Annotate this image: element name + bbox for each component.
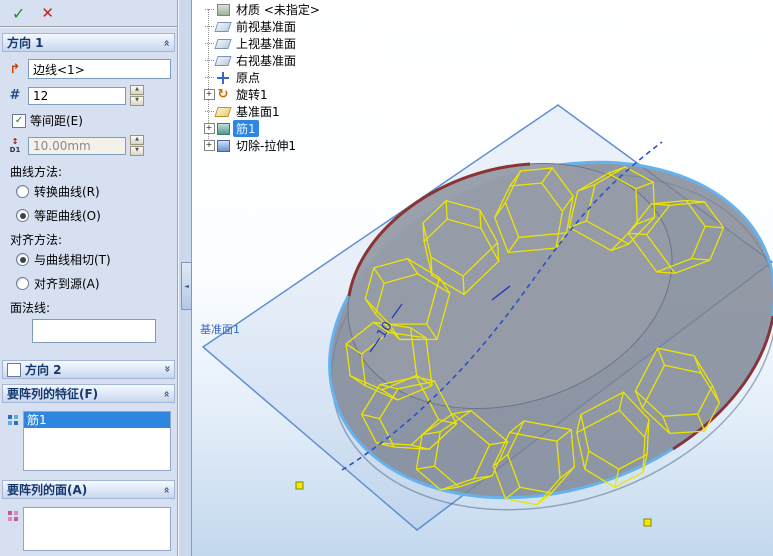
features-group-body: 筋1	[2, 403, 175, 475]
faces-group-body	[2, 499, 175, 555]
curve-method-label: 曲线方法:	[10, 165, 63, 179]
selected-tree-label: 筋1	[233, 120, 259, 137]
radio-tangent-label: 与曲线相切(T)	[34, 253, 111, 267]
spinner-up-button[interactable]: ▲	[130, 85, 144, 95]
faces-to-pattern-group: 要阵列的面(A) «	[2, 480, 175, 555]
chevron-down-icon[interactable]: «	[160, 366, 173, 372]
spacing-input	[28, 136, 126, 155]
instance-count-row: # ▲ ▼	[6, 85, 171, 106]
face-normal-selection-box[interactable]	[32, 319, 156, 343]
spacing-spinner: ▲ ▼	[130, 135, 144, 156]
edge-select-row: ↱ 边线<1>	[6, 59, 171, 79]
spinner-up-button[interactable]: ▲	[130, 135, 144, 145]
datum-plane-label[interactable]: 基准面1	[200, 323, 240, 336]
spacing-row: ↕ D1 ▲ ▼	[6, 135, 171, 156]
align-method-label: 对齐方法:	[10, 233, 63, 247]
tree-item-top-plane[interactable]: 上视基准面	[202, 35, 323, 52]
panel-collapse-handle[interactable]: ◄	[181, 262, 192, 310]
features-group-title: 要阵列的特征(F)	[7, 387, 99, 401]
vertex-marker[interactable]	[295, 481, 304, 490]
graphics-viewport[interactable]: 10 基准面1 材质 <未指定> 前视基准面 上视基准面 右视基准面 原点 + …	[192, 0, 773, 556]
rib-icon	[216, 122, 230, 136]
radio-align-seed-label: 对齐到源(A)	[34, 277, 100, 291]
tree-item-revolve1[interactable]: + ↻ 旋转1	[202, 86, 323, 103]
plane-icon	[214, 37, 232, 51]
faces-group-header[interactable]: 要阵列的面(A) «	[2, 480, 175, 499]
features-to-pattern-group: 要阵列的特征(F) « 筋1	[2, 384, 175, 475]
radio-transform-curve[interactable]: 转换曲线(R)	[16, 183, 171, 200]
tree-item-front-plane[interactable]: 前视基准面	[202, 18, 323, 35]
plane-icon	[214, 20, 232, 34]
pattern-features-icon	[6, 411, 20, 429]
vertex-marker[interactable]	[643, 518, 652, 527]
chevron-up-icon[interactable]: «	[160, 39, 173, 45]
radio-icon-selected[interactable]	[16, 209, 29, 222]
direction1-body: ↱ 边线<1> # ▲ ▼ ✓ 等间距(E)	[2, 52, 175, 355]
plane-icon	[214, 54, 232, 68]
radio-offset-curve-label: 等距曲线(O)	[34, 209, 101, 223]
radio-align-to-seed[interactable]: 对齐到源(A)	[16, 275, 171, 292]
tree-item-rib1[interactable]: + 筋1	[202, 120, 323, 137]
direction1-title: 方向 1	[7, 36, 44, 50]
chevron-up-icon[interactable]: «	[160, 390, 173, 396]
features-group-header[interactable]: 要阵列的特征(F) «	[2, 384, 175, 403]
instance-count-icon: #	[9, 88, 21, 103]
edge-pick-icon: ↱	[9, 61, 21, 77]
equal-spacing-checkbox[interactable]: ✓	[12, 113, 26, 128]
expand-plus-icon[interactable]: +	[203, 89, 215, 100]
edge-selection-value: 边线<1>	[33, 62, 85, 77]
tree-item-origin[interactable]: 原点	[202, 69, 323, 86]
spinner-down-button[interactable]: ▼	[130, 96, 144, 106]
datum-plane-icon	[214, 105, 232, 119]
tree-item-material[interactable]: 材质 <未指定>	[202, 1, 323, 18]
direction2-header[interactable]: 方向 2 «	[2, 360, 175, 379]
dim-label-glyph: D1	[9, 145, 21, 154]
material-icon	[216, 3, 230, 17]
spacing-dimension-icon: ↕ D1	[6, 137, 24, 155]
spinner-down-button[interactable]: ▼	[130, 146, 144, 156]
tree-item-cut-extrude1[interactable]: + 切除-拉伸1	[202, 137, 323, 154]
equal-spacing-label: 等间距(E)	[30, 114, 83, 128]
tree-item-right-plane[interactable]: 右视基准面	[202, 52, 323, 69]
faces-group-title: 要阵列的面(A)	[7, 483, 88, 497]
tree-item-plane1[interactable]: 基准面1	[202, 103, 323, 120]
equal-spacing-row: ✓ 等间距(E)	[12, 112, 171, 129]
solidworks-window: ✓ ✕ 方向 1 « ↱ 边线<1> # ▲	[0, 0, 773, 556]
radio-offset-curve[interactable]: 等距曲线(O)	[16, 207, 171, 224]
chevron-up-icon[interactable]: «	[160, 486, 173, 492]
revolve-icon: ↻	[217, 87, 229, 102]
radio-tangent-to-curve[interactable]: 与曲线相切(T)	[16, 251, 171, 268]
expand-plus-icon[interactable]: +	[203, 123, 215, 134]
panel-splitter[interactable]: ◄	[178, 0, 192, 556]
radio-icon-selected[interactable]	[16, 253, 29, 266]
direction2-group: 方向 2 «	[2, 360, 175, 379]
count-spinner: ▲ ▼	[130, 85, 144, 106]
direction1-header[interactable]: 方向 1 «	[2, 33, 175, 52]
feature-tree: 材质 <未指定> 前视基准面 上视基准面 右视基准面 原点 + ↻ 旋转1 基准…	[202, 1, 323, 154]
faces-listbox[interactable]	[23, 507, 171, 551]
pm-action-bar: ✓ ✕	[0, 0, 177, 28]
dim-arrow-glyph: ↕	[11, 136, 19, 146]
features-listbox[interactable]: 筋1	[23, 411, 171, 471]
direction2-title: 方向 2	[25, 363, 62, 377]
face-normal-label: 面法线:	[10, 301, 51, 315]
collapse-left-icon: ◄	[184, 282, 189, 290]
pattern-faces-icon	[6, 507, 20, 525]
radio-icon[interactable]	[16, 277, 29, 290]
list-item[interactable]: 筋1	[24, 412, 170, 428]
radio-transform-curve-label: 转换曲线(R)	[34, 185, 100, 199]
origin-icon	[216, 71, 230, 85]
instance-count-input[interactable]	[28, 86, 126, 105]
cut-extrude-icon	[216, 139, 230, 153]
expand-plus-icon[interactable]: +	[203, 140, 215, 151]
direction2-checkbox[interactable]	[7, 362, 21, 377]
direction1-group: 方向 1 « ↱ 边线<1> # ▲ ▼	[2, 33, 175, 355]
property-manager-panel: ✓ ✕ 方向 1 « ↱ 边线<1> # ▲	[0, 0, 178, 556]
confirm-button[interactable]: ✓	[12, 4, 25, 23]
cancel-button[interactable]: ✕	[41, 4, 54, 22]
radio-icon[interactable]	[16, 185, 29, 198]
edge-selection-field[interactable]: 边线<1>	[28, 59, 171, 79]
